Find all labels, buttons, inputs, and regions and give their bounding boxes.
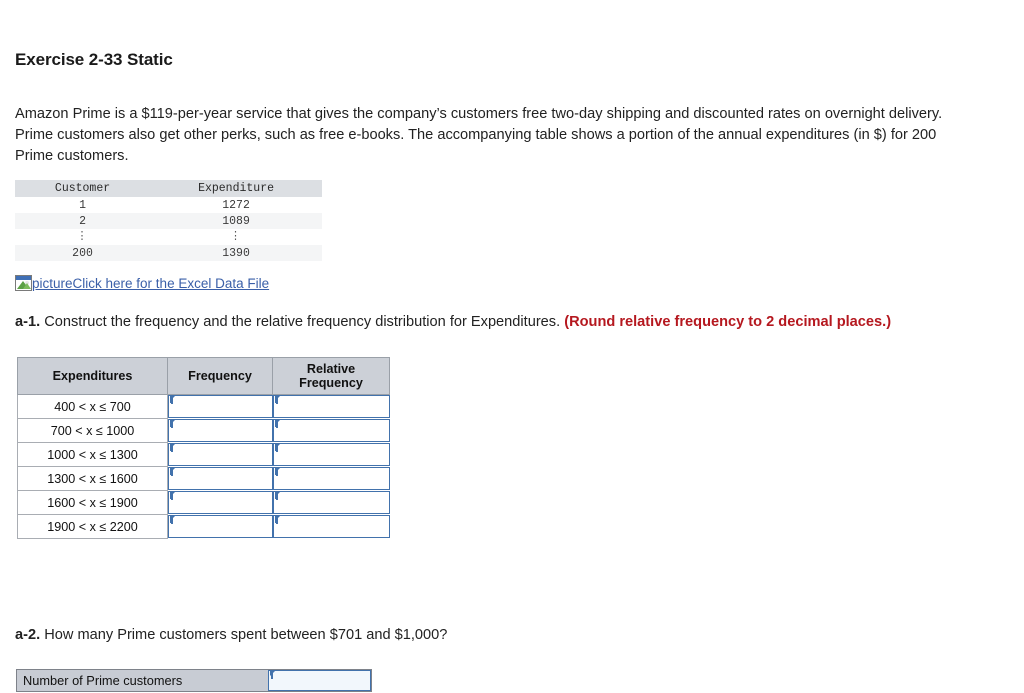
- relative-frequency-input-cell[interactable]: [272, 467, 390, 491]
- cell-customer-ellipsis: ⋮: [15, 229, 151, 245]
- table-row: 400 < x ≤ 700: [17, 394, 390, 419]
- frequency-input[interactable]: [168, 467, 273, 490]
- header-frequency: Frequency: [167, 357, 273, 395]
- a2-answer-row: Number of Prime customers: [16, 669, 372, 692]
- frequency-table-header-row: Expenditures Frequency Relative Frequenc…: [17, 357, 390, 395]
- preview-header-customer: Customer: [15, 180, 151, 197]
- a2-answer-input-cell[interactable]: [268, 670, 371, 691]
- question-a2-text: How many Prime customers spent between $…: [44, 627, 448, 643]
- bin-label: 400 < x ≤ 700: [17, 394, 168, 419]
- relative-frequency-input[interactable]: [272, 491, 390, 514]
- bin-label: 1000 < x ≤ 1300: [17, 442, 168, 467]
- cell-expenditure: 1390: [150, 245, 322, 261]
- relative-frequency-input-cell[interactable]: [272, 491, 390, 515]
- number-of-prime-customers-input[interactable]: [268, 670, 371, 691]
- frequency-input-cell[interactable]: [168, 419, 273, 443]
- frequency-input[interactable]: [168, 395, 273, 419]
- relative-frequency-input[interactable]: [272, 467, 390, 490]
- frequency-input-cell[interactable]: [168, 467, 273, 491]
- header-relative-frequency: Relative Frequency: [272, 357, 390, 395]
- table-row: 700 < x ≤ 1000: [17, 418, 390, 443]
- cell-customer: 2: [15, 213, 151, 229]
- table-row: 1300 < x ≤ 1600: [17, 466, 390, 491]
- bin-label: 1900 < x ≤ 2200: [17, 514, 168, 539]
- exercise-page: Exercise 2-33 Static Amazon Prime is a $…: [0, 0, 1024, 693]
- question-a2-label: a-2.: [15, 627, 41, 643]
- table-row-ellipsis: ⋮ ⋮: [15, 229, 322, 245]
- question-a2: a-2. How many Prime customers spent betw…: [15, 625, 447, 645]
- cell-expenditure: 1272: [150, 197, 322, 213]
- cell-customer: 1: [15, 197, 151, 213]
- table-row: 1900 < x ≤ 2200: [17, 514, 390, 539]
- cell-expenditure: 1089: [150, 213, 322, 229]
- relative-frequency-input-cell[interactable]: [272, 419, 390, 443]
- frequency-input-cell[interactable]: [168, 395, 273, 419]
- frequency-input-cell[interactable]: [168, 443, 273, 467]
- frequency-input-cell[interactable]: [168, 515, 273, 539]
- preview-data-table: Customer Expenditure 1 1272 2 1089 ⋮ ⋮ 2…: [15, 180, 322, 261]
- frequency-distribution-table: Expenditures Frequency Relative Frequenc…: [17, 357, 390, 539]
- relative-frequency-input-cell[interactable]: [272, 515, 390, 539]
- bin-label: 1300 < x ≤ 1600: [17, 466, 168, 491]
- preview-header-expenditure: Expenditure: [150, 180, 322, 197]
- frequency-input[interactable]: [168, 515, 273, 538]
- page-title: Exercise 2-33 Static: [15, 50, 173, 69]
- excel-link-alt-text[interactable]: picture: [32, 276, 73, 291]
- bin-label: 700 < x ≤ 1000: [17, 418, 168, 443]
- intro-paragraph: Amazon Prime is a $119-per-year service …: [15, 106, 943, 164]
- preview-table-header-row: Customer Expenditure: [15, 180, 322, 197]
- relative-frequency-input[interactable]: [272, 419, 390, 442]
- question-a1: a-1. Construct the frequency and the rel…: [15, 312, 891, 332]
- excel-link-text[interactable]: Click here for the Excel Data File: [73, 276, 270, 291]
- excel-data-file-link-row[interactable]: picture Click here for the Excel Data Fi…: [15, 275, 269, 291]
- question-a1-note: (Round relative frequency to 2 decimal p…: [564, 314, 892, 330]
- question-a1-label: a-1.: [15, 314, 41, 330]
- table-row: 200 1390: [15, 245, 322, 261]
- relative-frequency-input-cell[interactable]: [272, 395, 390, 419]
- table-row: 1000 < x ≤ 1300: [17, 442, 390, 467]
- relative-frequency-input[interactable]: [272, 515, 390, 538]
- question-a1-text: Construct the frequency and the relative…: [44, 314, 561, 330]
- table-row: 1600 < x ≤ 1900: [17, 490, 390, 515]
- frequency-input[interactable]: [168, 443, 273, 466]
- cell-expenditure-ellipsis: ⋮: [150, 229, 322, 245]
- a2-answer-label: Number of Prime customers: [17, 670, 268, 691]
- table-row: 2 1089: [15, 213, 322, 229]
- cell-customer: 200: [15, 245, 151, 261]
- frequency-input[interactable]: [168, 419, 273, 442]
- table-row: 1 1272: [15, 197, 322, 213]
- relative-frequency-input-cell[interactable]: [272, 443, 390, 467]
- broken-image-icon: [15, 275, 32, 291]
- frequency-input-cell[interactable]: [168, 491, 273, 515]
- bin-label: 1600 < x ≤ 1900: [17, 490, 168, 515]
- relative-frequency-input[interactable]: [272, 395, 390, 419]
- header-expenditures: Expenditures: [17, 357, 168, 395]
- frequency-input[interactable]: [168, 491, 273, 514]
- relative-frequency-input[interactable]: [272, 443, 390, 466]
